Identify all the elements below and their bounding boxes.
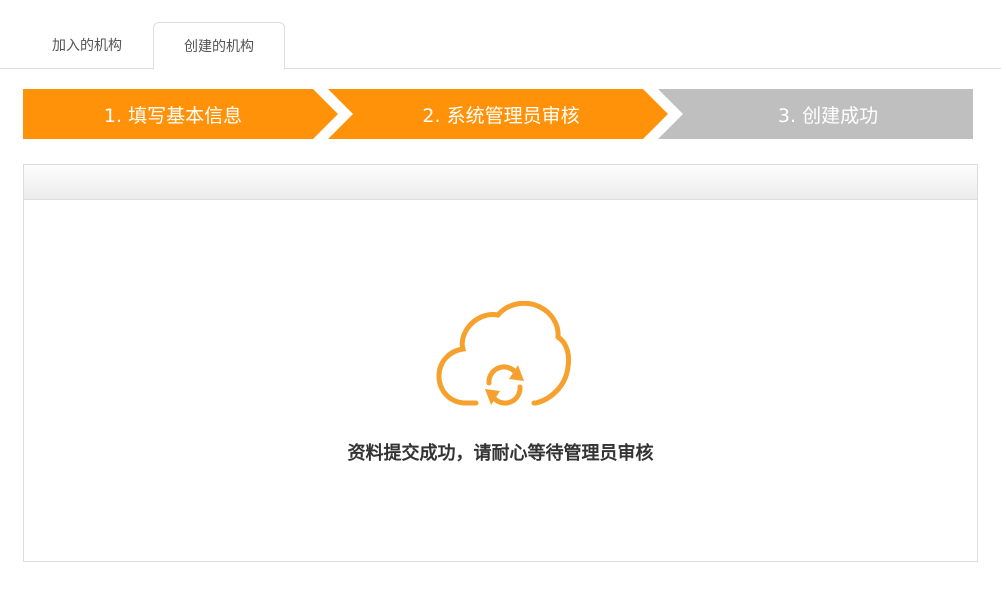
tab-created-orgs[interactable]: 创建的机构 xyxy=(153,22,285,70)
tab-created-orgs-label: 创建的机构 xyxy=(184,39,254,55)
cloud-sync-icon xyxy=(436,301,572,406)
progress-steps: 1. 填写基本信息 2. 系统管理员审核 3. 创建成功 xyxy=(23,89,973,139)
step-3-label: 3. 创建成功 xyxy=(777,104,879,127)
tab-joined-orgs-label: 加入的机构 xyxy=(52,37,122,54)
step-1-label: 1. 填写基本信息 xyxy=(103,104,243,127)
tab-bar: 加入的机构 创建的机构 xyxy=(0,0,1001,70)
step-2-label: 2. 系统管理员审核 xyxy=(422,104,580,127)
status-message: 资料提交成功，请耐心等待管理员审核 xyxy=(347,443,654,464)
panel-header xyxy=(24,165,977,200)
status-panel: 资料提交成功，请耐心等待管理员审核 xyxy=(23,164,978,562)
tab-joined-orgs[interactable]: 加入的机构 xyxy=(23,22,151,69)
